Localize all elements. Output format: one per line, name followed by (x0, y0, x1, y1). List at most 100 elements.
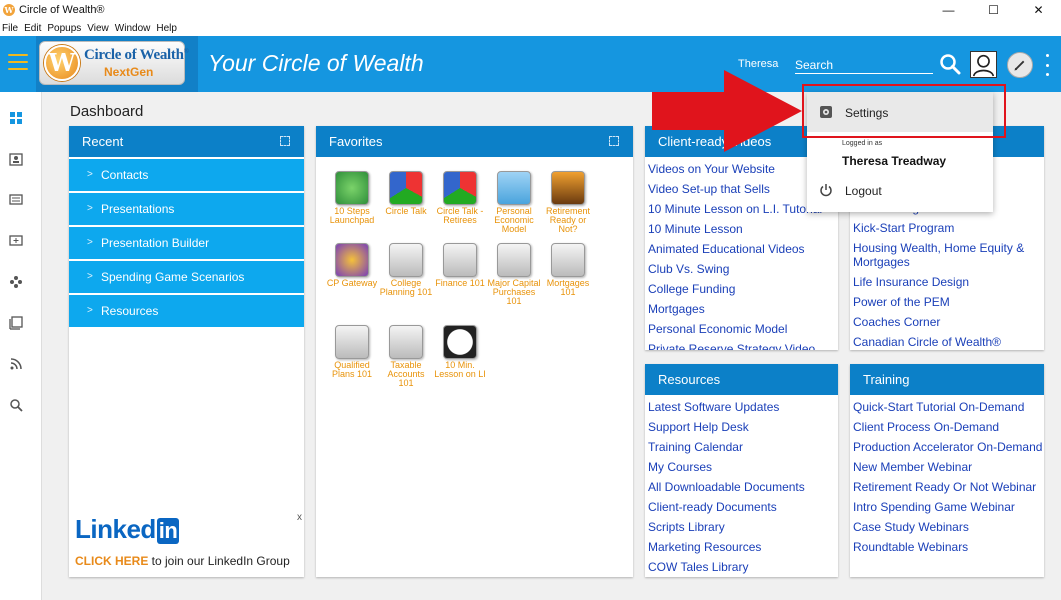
logo-w-icon: W (44, 45, 80, 81)
dashboard-icon[interactable] (9, 111, 23, 125)
link-10-min-lesson[interactable]: 10 Minute Lesson (645, 219, 838, 239)
link-power-of-pem[interactable]: Power of the PEM (850, 292, 1044, 312)
more-options-icon[interactable] (1043, 54, 1051, 76)
user-avatar-icon[interactable] (970, 51, 997, 78)
linkedin-close-button[interactable]: x (297, 512, 302, 523)
highlight-box-annotation (802, 84, 1006, 138)
red-arrow-annotation (652, 70, 802, 152)
recent-item-presentations[interactable]: > Presentations (69, 193, 304, 225)
link-quick-start[interactable]: Quick-Start Tutorial On-Demand (850, 397, 1044, 417)
favorite-major-capital[interactable]: Major Capital Purchases 101 (487, 243, 541, 306)
link-software-updates[interactable]: Latest Software Updates (645, 397, 838, 417)
menu-bar: File Edit Popups View Window Help (0, 20, 1061, 36)
contacts-icon[interactable] (9, 152, 23, 166)
link-production-accelerator[interactable]: Production Accelerator On-Demand (850, 437, 1044, 457)
link-club-vs-swing[interactable]: Club Vs. Swing (645, 259, 838, 279)
link-housing-wealth[interactable]: Housing Wealth, Home Equity & Mortgages (850, 238, 1044, 272)
favorite-qualified-plans[interactable]: Qualified Plans 101 (325, 325, 379, 379)
link-college-funding[interactable]: College Funding (645, 279, 838, 299)
minimize-button[interactable]: — (926, 0, 971, 20)
recent-item-contacts[interactable]: > Contacts (69, 159, 304, 191)
favorite-circle-talk-retirees[interactable]: Circle Talk - Retirees (433, 171, 487, 225)
logged-in-as-label: Logged in as (842, 140, 883, 147)
search-input[interactable]: Search (795, 56, 933, 74)
recent-item-presentation-builder[interactable]: > Presentation Builder (69, 227, 304, 259)
presenter-icon (389, 325, 423, 359)
expand-icon[interactable] (280, 136, 290, 146)
favorite-taxable-accounts[interactable]: Taxable Accounts 101 (379, 325, 433, 388)
window-controls: — ☐ ✕ (926, 0, 1061, 20)
close-window-button[interactable]: ✕ (1016, 0, 1061, 20)
header-username: Theresa (738, 58, 779, 70)
presentation-icon[interactable] (9, 234, 23, 248)
search-icon[interactable] (939, 53, 961, 75)
recent-panel-header: Recent (69, 126, 304, 157)
recent-item-spending-game[interactable]: > Spending Game Scenarios (69, 261, 304, 293)
chevron-right-icon: > (87, 169, 93, 180)
link-training-calendar[interactable]: Training Calendar (645, 437, 838, 457)
power-icon (820, 184, 832, 197)
menu-help[interactable]: Help (156, 23, 177, 34)
link-private-reserve[interactable]: Private Reserve Strategy Video (645, 339, 838, 350)
link-support-help-desk[interactable]: Support Help Desk (645, 417, 838, 437)
hamburger-menu-icon[interactable] (8, 54, 28, 70)
link-roundtable-webinars[interactable]: Roundtable Webinars (850, 537, 1044, 557)
link-spending-game-webinar[interactable]: Intro Spending Game Webinar (850, 497, 1044, 517)
presenter-icon (443, 243, 477, 277)
linkedin-logo[interactable]: Linked in (75, 514, 180, 545)
link-my-courses[interactable]: My Courses (645, 457, 838, 477)
search-records-icon[interactable] (9, 398, 23, 412)
resources-panel: Resources Latest Software Updates Suppor… (645, 364, 838, 577)
menu-popups[interactable]: Popups (47, 23, 81, 34)
presenter-icon (335, 325, 369, 359)
logo[interactable]: W Circle of Wealth® NextGen (39, 41, 189, 85)
link-marketing-resources[interactable]: Marketing Resources (645, 537, 838, 557)
edit-pencil-icon[interactable] (1007, 52, 1033, 78)
presenter-icon (551, 243, 585, 277)
favorite-10-min-lesson[interactable]: 10 Min. Lesson on LI (433, 325, 487, 379)
link-client-ready-docs[interactable]: Client-ready Documents (645, 497, 838, 517)
favorite-pem[interactable]: Personal Economic Model (487, 171, 541, 234)
link-coaches-corner[interactable]: Coaches Corner (850, 312, 1044, 332)
presenter-icon (389, 243, 423, 277)
link-retirement-ready-webinar[interactable]: Retirement Ready Or Not Webinar (850, 477, 1044, 497)
expand-icon[interactable] (609, 136, 619, 146)
link-kick-start[interactable]: Kick-Start Program (850, 218, 1044, 238)
logo-text: Circle of Wealth® (84, 47, 189, 63)
maximize-button[interactable]: ☐ (971, 0, 1016, 20)
menu-file[interactable]: File (2, 23, 18, 34)
menu-edit[interactable]: Edit (24, 23, 41, 34)
favorite-mortgages[interactable]: Mortgages 101 (541, 243, 595, 297)
link-animated-videos[interactable]: Animated Educational Videos (645, 239, 838, 259)
linkedin-cta[interactable]: CLICK HERE to join our LinkedIn Group (75, 554, 290, 568)
link-downloadable-docs[interactable]: All Downloadable Documents (645, 477, 838, 497)
favorite-finance[interactable]: Finance 101 (433, 243, 487, 288)
rss-feed-icon[interactable] (9, 357, 23, 371)
favorite-launchpad[interactable]: 10 Steps Launchpad (325, 171, 379, 225)
link-mortgages[interactable]: Mortgages (645, 299, 838, 319)
circle-talk-retirees-icon (443, 171, 477, 205)
link-new-member-webinar[interactable]: New Member Webinar (850, 457, 1044, 477)
link-personal-economic-model[interactable]: Personal Economic Model (645, 319, 838, 339)
game-controller-icon[interactable] (9, 275, 23, 289)
recent-item-resources[interactable]: > Resources (69, 295, 304, 327)
favorite-retirement[interactable]: Retirement Ready or Not? (541, 171, 595, 234)
link-canadian-cow[interactable]: Canadian Circle of Wealth® (850, 332, 1044, 350)
menu-window[interactable]: Window (115, 23, 151, 34)
favorite-cp-gateway[interactable]: CP Gateway (325, 243, 379, 288)
messages-icon[interactable] (9, 193, 23, 207)
resources-list: Latest Software Updates Support Help Des… (645, 395, 838, 577)
link-life-insurance-design[interactable]: Life Insurance Design (850, 272, 1044, 292)
link-cow-tales[interactable]: COW Tales Library (645, 557, 838, 577)
favorite-circle-talk[interactable]: Circle Talk (379, 171, 433, 216)
menu-view[interactable]: View (87, 23, 109, 34)
recent-panel: Recent > Contacts > Presentations > Present… (69, 126, 304, 577)
launchpad-icon (335, 171, 369, 205)
library-icon[interactable] (9, 316, 23, 330)
favorite-college-planning[interactable]: College Planning 101 (379, 243, 433, 297)
link-scripts-library[interactable]: Scripts Library (645, 517, 838, 537)
resources-panel-header: Resources (645, 364, 838, 395)
link-client-process[interactable]: Client Process On-Demand (850, 417, 1044, 437)
favorites-panel-title: Favorites (329, 134, 383, 149)
link-case-study-webinars[interactable]: Case Study Webinars (850, 517, 1044, 537)
